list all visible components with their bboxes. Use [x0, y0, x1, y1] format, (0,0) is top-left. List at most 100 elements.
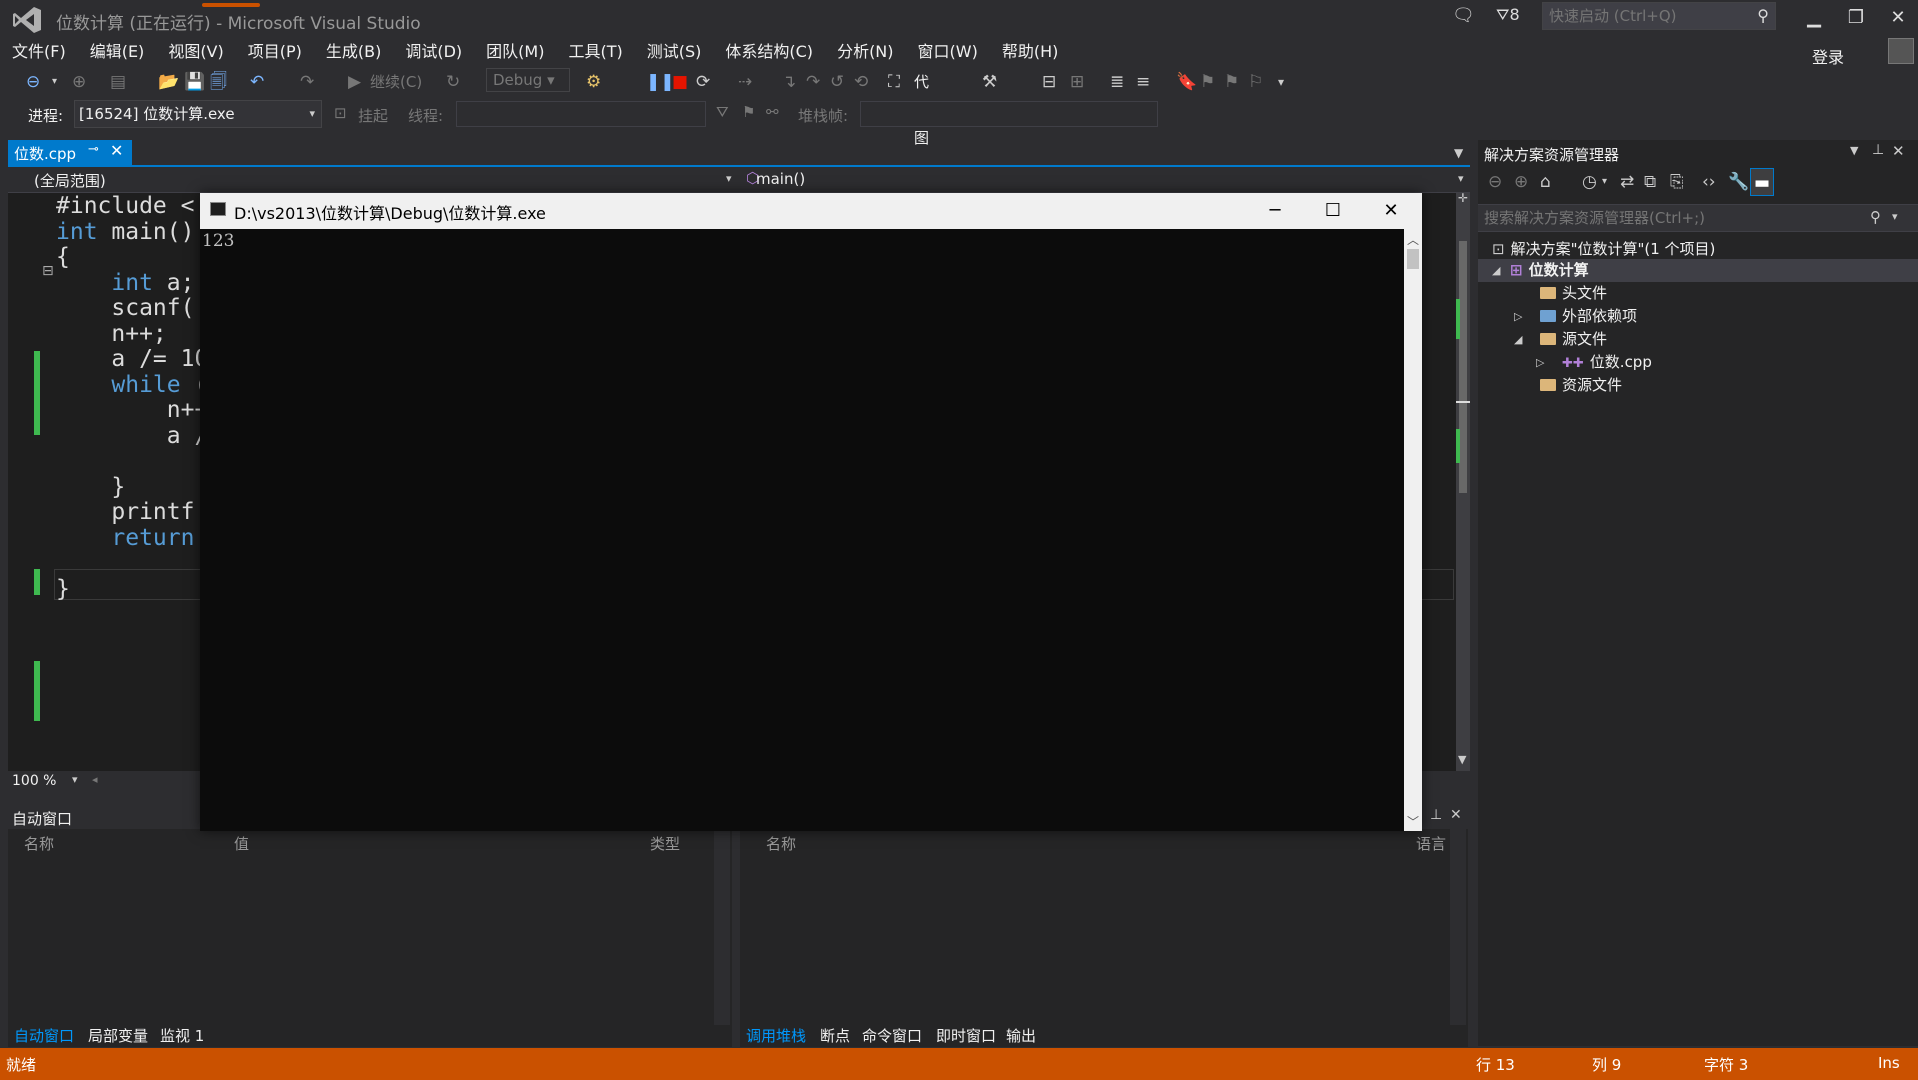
tree-resources-folder[interactable]: 资源文件	[1540, 374, 1622, 397]
code-line[interactable]: }	[56, 574, 70, 605]
expanded-arrow-icon[interactable]: ◢	[1492, 264, 1500, 277]
menu-window[interactable]: 窗口(W)	[906, 38, 990, 66]
minimize-button[interactable]: ▁	[1794, 4, 1834, 32]
close-button[interactable]: ✕	[1878, 4, 1918, 32]
menu-debug[interactable]: 调试(D)	[393, 38, 474, 66]
open-file-icon[interactable]: 📂	[158, 68, 179, 96]
tabs-dropdown-icon[interactable]: ▼	[1454, 146, 1463, 160]
console-scrollbar[interactable]: ︿ ﹀	[1404, 229, 1422, 831]
step-into-icon[interactable]: ↴	[782, 68, 796, 96]
menu-analyze[interactable]: 分析(N)	[825, 38, 905, 66]
console-maximize-button[interactable]: ☐	[1304, 193, 1362, 229]
menu-architecture[interactable]: 体系结构(C)	[713, 38, 825, 66]
indent-icon[interactable]: ≣	[1110, 68, 1124, 96]
scroll-down-icon[interactable]: ﹀	[1407, 813, 1419, 830]
menu-file[interactable]: 文件(F)	[0, 38, 78, 66]
scroll-down-icon[interactable]: ▼	[1458, 753, 1466, 766]
back-dropdown-icon[interactable]: ▾	[52, 68, 57, 96]
tab-watch-1[interactable]: 监视 1	[160, 1025, 204, 1046]
search-icon[interactable]: ⚲	[1870, 208, 1881, 226]
close-icon[interactable]: ✕	[1450, 807, 1462, 823]
format-icon[interactable]: ⊞	[1070, 68, 1084, 96]
clear-bookmarks-icon[interactable]: ⚐	[1248, 68, 1263, 96]
chevron-down-icon[interactable]: ▾	[1892, 210, 1898, 223]
outdent-icon[interactable]: ≡	[1136, 68, 1150, 96]
menu-help[interactable]: 帮助(H)	[990, 38, 1071, 66]
console-window[interactable]: D:\vs2013\位数计算\Debug\位数计算.exe ─ ☐ ✕ 123 …	[200, 193, 1422, 831]
menu-tools[interactable]: 工具(T)	[556, 38, 634, 66]
collapse-region-icon[interactable]: ⊟	[42, 263, 54, 279]
solution-search-box[interactable]: ⚲ ▾	[1478, 204, 1918, 232]
code-line[interactable]: return	[56, 523, 194, 554]
avatar[interactable]	[1888, 38, 1914, 64]
tab-locals[interactable]: 局部变量	[88, 1025, 148, 1046]
tree-source-file[interactable]: ✚✚ 位数.cpp	[1562, 351, 1652, 374]
console-minimize-button[interactable]: ─	[1246, 193, 1304, 229]
column-name[interactable]: 名称	[766, 833, 796, 854]
hex-display-icon[interactable]: ⚒	[982, 68, 997, 96]
editor-vertical-scrollbar[interactable]: ✛ ▼	[1456, 191, 1470, 771]
restore-button[interactable]: ❐	[1836, 4, 1876, 32]
chevron-down-icon[interactable]: ▾	[1458, 172, 1464, 185]
thread-select[interactable]	[456, 101, 706, 127]
panel-scrollbar[interactable]	[714, 829, 730, 1025]
tab-editor-file[interactable]: 位数.cpp ⊸ ✕	[8, 140, 132, 165]
console-scroll-thumb[interactable]	[1407, 249, 1419, 269]
flag-threads-icon[interactable]: ⚑	[742, 103, 755, 121]
break-all-icon[interactable]: ❚❚	[646, 68, 675, 96]
continue-icon[interactable]: ▶	[348, 68, 361, 96]
menu-edit[interactable]: 编辑(E)	[78, 38, 157, 66]
forward-icon[interactable]: ⊕	[1514, 168, 1528, 196]
column-type[interactable]: 类型	[650, 833, 680, 854]
collapsed-arrow-icon[interactable]: ▷	[1514, 310, 1522, 323]
menu-team[interactable]: 团队(M)	[474, 38, 556, 66]
code-map-button[interactable]: 代码图	[914, 68, 929, 147]
feedback-icon[interactable]: 🗨	[1452, 5, 1476, 29]
view-code-icon[interactable]: ‹›	[1702, 168, 1716, 196]
show-next-statement-icon[interactable]: ⇢	[738, 68, 752, 96]
tab-call-stack[interactable]: 调用堆栈	[746, 1025, 806, 1046]
toolbar-overflow-icon[interactable]: ▾	[1278, 68, 1284, 96]
suspend-icon[interactable]: ⊡	[334, 104, 347, 122]
preview-icon[interactable]: ▬	[1750, 168, 1774, 196]
split-icon[interactable]: ✛	[1458, 191, 1468, 205]
save-icon[interactable]: 💾	[184, 68, 205, 96]
chevron-down-icon[interactable]: ▾	[726, 172, 732, 185]
continue-button[interactable]: 继续(C)	[370, 68, 422, 96]
new-project-icon[interactable]: ▤	[110, 68, 126, 96]
tree-solution[interactable]: ⊡ 解决方案"位数计算"(1 个项目)	[1492, 238, 1715, 261]
pin-icon[interactable]: ⊥	[1872, 142, 1884, 158]
tree-project[interactable]: ⊞ 位数计算	[1510, 259, 1589, 282]
notifications-button[interactable]: ⛛8	[1496, 5, 1520, 25]
bookmark-icon[interactable]: 🔖	[1176, 68, 1197, 96]
collapse-all-icon[interactable]: ⧉	[1644, 168, 1656, 196]
properties-icon[interactable]: 🔧	[1728, 168, 1749, 196]
tree-external-deps[interactable]: 外部依赖项	[1540, 305, 1637, 328]
code-line[interactable]: a /	[56, 421, 209, 452]
attach-process-icon[interactable]: ⚙	[586, 68, 601, 96]
pending-changes-icon[interactable]: ◷	[1582, 168, 1597, 196]
solution-configuration-select[interactable]: Debug ▾	[486, 68, 570, 92]
tab-output[interactable]: 输出	[1006, 1025, 1036, 1046]
sign-in-link[interactable]: 登录	[1812, 44, 1844, 68]
save-all-icon[interactable]: 🗐	[210, 68, 227, 96]
code-map-icon[interactable]: ⛶	[888, 68, 900, 96]
sync-icon[interactable]: ⇄	[1620, 168, 1634, 196]
undo-icon[interactable]: ↶	[250, 68, 264, 96]
tab-command-window[interactable]: 命令窗口	[862, 1025, 922, 1046]
next-bookmark-icon[interactable]: ⚑	[1224, 68, 1239, 96]
menu-project[interactable]: 项目(P)	[236, 38, 314, 66]
zoom-control[interactable]: 100 % ▾ ◂	[8, 771, 198, 793]
solution-search-input[interactable]	[1478, 205, 1870, 231]
step-over-icon[interactable]: ↷	[806, 68, 820, 96]
tree-headers-folder[interactable]: 头文件	[1540, 282, 1607, 305]
console-output-area[interactable]: 123	[200, 229, 1404, 831]
column-language[interactable]: 语言	[1416, 833, 1446, 854]
process-select[interactable]: [16524] 位数计算.exe ▾	[74, 100, 322, 128]
tab-autos[interactable]: 自动窗口	[14, 1025, 74, 1046]
tab-immediate-window[interactable]: 即时窗口	[936, 1025, 996, 1046]
column-name[interactable]: 名称	[24, 833, 54, 854]
menu-build[interactable]: 生成(B)	[314, 38, 393, 66]
search-icon[interactable]: ⚲	[1757, 6, 1769, 25]
restart-icon[interactable]: ⟳	[696, 68, 710, 96]
